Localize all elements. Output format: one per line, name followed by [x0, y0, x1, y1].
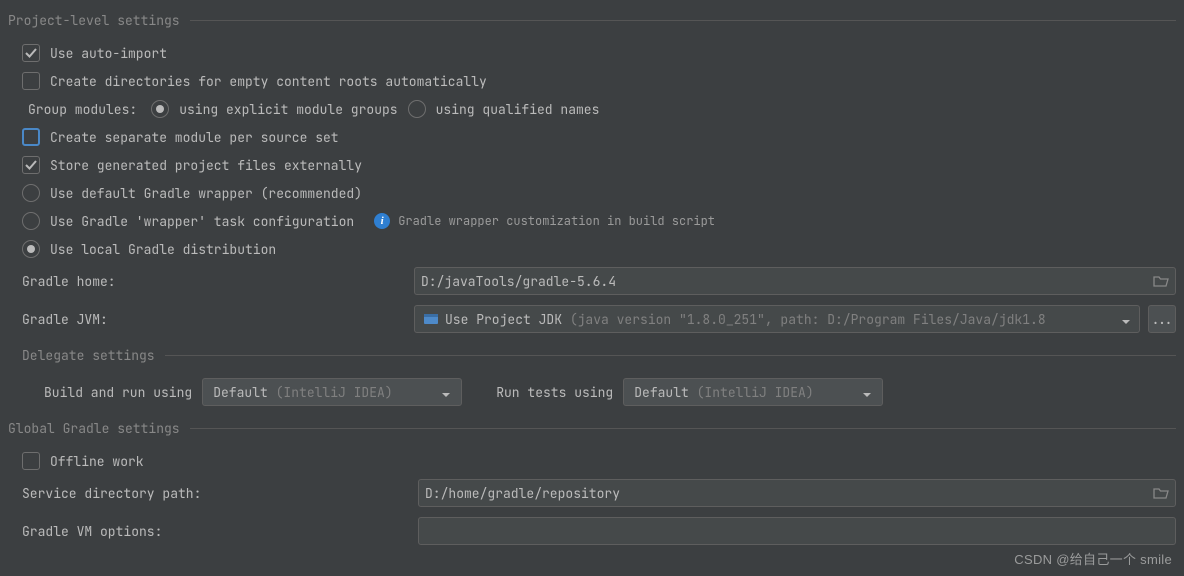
row-delegate: Build and run using Default (IntelliJ ID… — [8, 374, 1176, 412]
section-global: Global Gradle settings — [8, 420, 1176, 437]
section-title: Project-level settings — [8, 12, 180, 29]
label-gradle-local: Use local Gradle distribution — [50, 241, 276, 258]
label-explicit-groups: using explicit module groups — [179, 101, 397, 118]
label-service-dir: Service directory path: — [22, 485, 418, 502]
label-store-external: Store generated project files externally — [50, 157, 362, 174]
section-title: Delegate settings — [22, 347, 155, 364]
label-gradle-jvm: Gradle JVM: — [22, 311, 414, 328]
row-offline-work: Offline work — [8, 447, 1176, 475]
jdk-icon — [423, 311, 439, 327]
label-more: ... — [1150, 311, 1173, 328]
checkbox-offline-work[interactable] — [22, 452, 40, 470]
combo-gradle-jvm[interactable]: Use Project JDK (java version "1.8.0_251… — [414, 305, 1140, 333]
build-run-sub: (IntelliJ IDEA) — [268, 384, 393, 401]
checkbox-store-external[interactable] — [22, 156, 40, 174]
row-gradle-home: Gradle home: D:/javaTools/gradle-5.6.4 — [8, 263, 1176, 301]
value-service-dir: D:/home/gradle/repository — [425, 485, 1153, 502]
divider — [165, 355, 1176, 356]
jvm-sub-text: (java version "1.8.0_251", path: D:/Prog… — [562, 311, 1046, 328]
row-separate-module: Create separate module per source set — [8, 123, 1176, 151]
checkbox-auto-import[interactable] — [22, 44, 40, 62]
radio-qualified-names[interactable] — [408, 100, 426, 118]
input-gradle-home[interactable]: D:/javaTools/gradle-5.6.4 — [414, 267, 1176, 295]
label-gradle-task: Use Gradle 'wrapper' task configuration — [50, 213, 354, 230]
section-title: Global Gradle settings — [8, 420, 180, 437]
label-group-modules: Group modules: — [28, 101, 137, 118]
radio-gradle-default[interactable] — [22, 184, 40, 202]
row-group-modules: Group modules: using explicit module gro… — [8, 95, 1176, 123]
row-create-dirs: Create directories for empty content roo… — [8, 67, 1176, 95]
radio-gradle-local[interactable] — [22, 240, 40, 258]
combo-run-tests[interactable]: Default (IntelliJ IDEA) — [623, 378, 883, 406]
folder-open-icon[interactable] — [1153, 486, 1169, 500]
chevron-down-icon — [1121, 314, 1131, 324]
row-gradle-task: Use Gradle 'wrapper' task configuration … — [8, 207, 1176, 235]
label-auto-import: Use auto-import — [50, 45, 167, 62]
label-gradle-default: Use default Gradle wrapper (recommended) — [50, 185, 362, 202]
radio-explicit-groups[interactable] — [151, 100, 169, 118]
hint-gradle-task: Gradle wrapper customization in build sc… — [398, 213, 715, 229]
input-service-dir[interactable]: D:/home/gradle/repository — [418, 479, 1176, 507]
label-separate-module: Create separate module per source set — [50, 129, 339, 146]
checkbox-separate-module[interactable] — [22, 128, 40, 146]
divider — [190, 428, 1176, 429]
row-store-external: Store generated project files externally — [8, 151, 1176, 179]
label-gradle-home: Gradle home: — [22, 273, 414, 290]
chevron-down-icon — [441, 387, 451, 397]
info-icon: i — [374, 213, 390, 229]
value-gradle-home: D:/javaTools/gradle-5.6.4 — [421, 273, 1153, 290]
watermark: CSDN @给自己一个 smile — [1014, 549, 1172, 568]
label-run-tests: Run tests using — [496, 384, 613, 401]
button-jvm-more[interactable]: ... — [1148, 305, 1176, 333]
run-tests-main: Default — [634, 384, 689, 401]
row-gradle-default: Use default Gradle wrapper (recommended) — [8, 179, 1176, 207]
chevron-down-icon — [862, 387, 872, 397]
label-offline-work: Offline work — [50, 453, 144, 470]
radio-gradle-task[interactable] — [22, 212, 40, 230]
combo-build-run[interactable]: Default (IntelliJ IDEA) — [202, 378, 462, 406]
run-tests-sub: (IntelliJ IDEA) — [689, 384, 814, 401]
label-build-run: Build and run using — [44, 384, 192, 401]
row-vm-options: Gradle VM options: — [8, 513, 1176, 551]
row-gradle-local: Use local Gradle distribution — [8, 235, 1176, 263]
build-run-main: Default — [213, 384, 268, 401]
section-project-level: Project-level settings — [8, 12, 1176, 29]
check-icon — [25, 47, 37, 59]
jvm-main-text: Use Project JDK — [445, 311, 562, 328]
divider — [190, 20, 1176, 21]
label-vm-options: Gradle VM options: — [22, 523, 418, 540]
check-icon — [25, 159, 37, 171]
row-auto-import: Use auto-import — [8, 39, 1176, 67]
checkbox-create-dirs[interactable] — [22, 72, 40, 90]
section-delegate: Delegate settings — [8, 347, 1176, 364]
row-service-dir: Service directory path: D:/home/gradle/r… — [8, 475, 1176, 513]
folder-open-icon[interactable] — [1153, 274, 1169, 288]
row-gradle-jvm: Gradle JVM: Use Project JDK (java versio… — [8, 301, 1176, 339]
label-qualified-names: using qualified names — [436, 101, 600, 118]
label-create-dirs: Create directories for empty content roo… — [50, 73, 487, 90]
input-vm-options[interactable] — [418, 517, 1176, 545]
